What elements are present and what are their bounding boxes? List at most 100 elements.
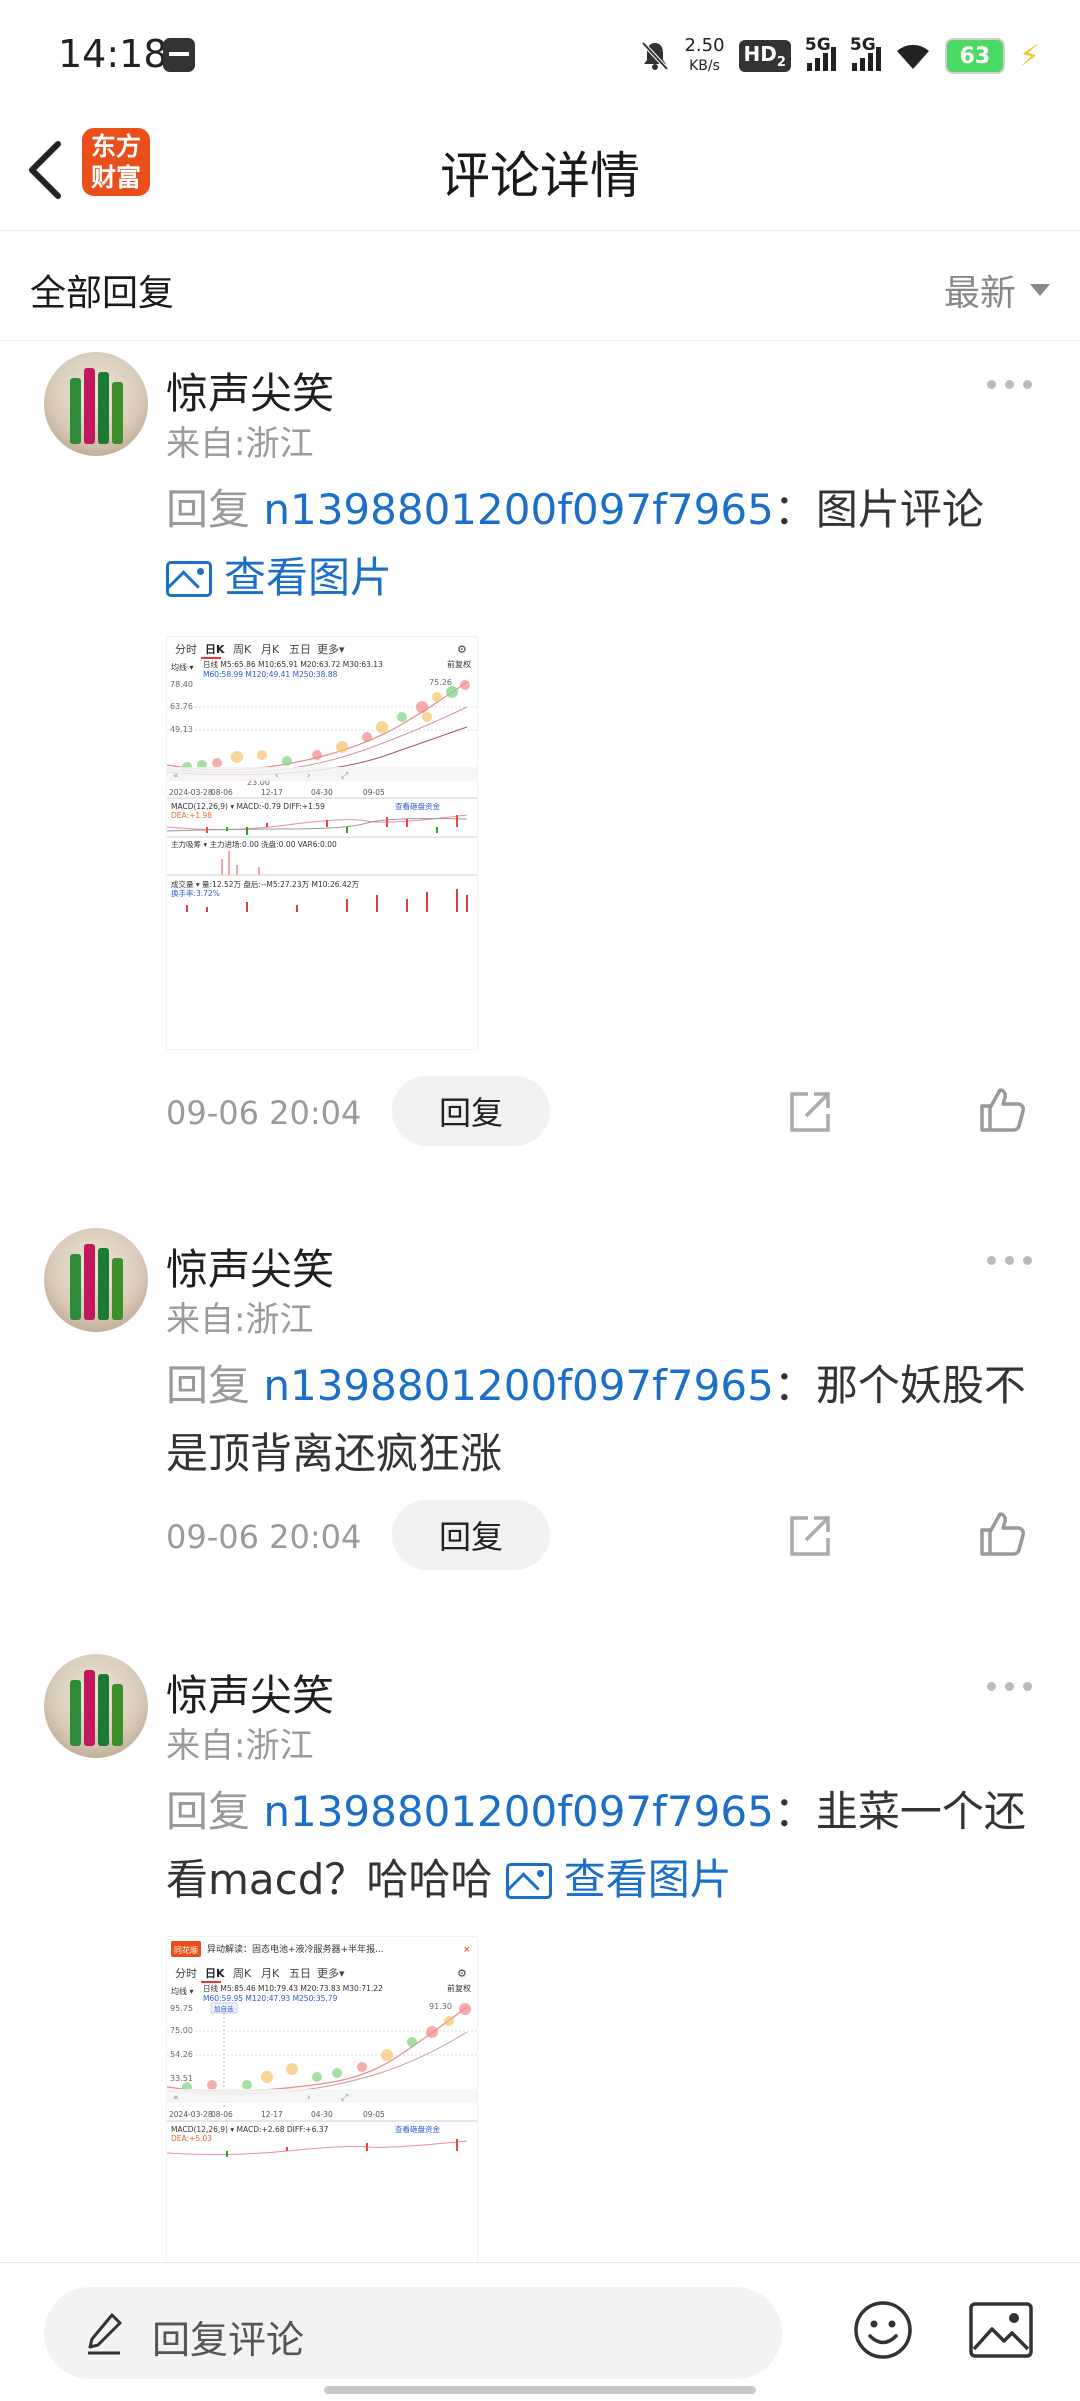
username[interactable]: 惊声尖笑: [166, 360, 334, 421]
reply-keyword: 回复: [166, 485, 264, 534]
user-location: 来自:浙江: [166, 1300, 314, 1340]
share-icon[interactable]: [786, 1512, 834, 1560]
view-image-link[interactable]: 查看图片: [166, 553, 392, 602]
comment-time: 09-06 20:04: [166, 1518, 362, 1556]
svg-text:⤢: ⤢: [340, 2093, 348, 2103]
svg-text:MACD(12,26,9) ▾ MACD:+2.68 D: MACD(12,26,9) ▾ MACD:+2.68 DIFF:+6.37: [171, 2125, 329, 2134]
svg-text:09-05: 09-05: [363, 788, 385, 797]
svg-text:75.00: 75.00: [170, 2026, 193, 2035]
comment-body: 回复 n1398801200f097f7965：那个妖股不是顶背离还疯狂涨: [166, 1361, 1026, 1478]
home-indicator[interactable]: [324, 2386, 756, 2394]
input-placeholder: 回复评论: [152, 2318, 305, 2362]
svg-text:均线 ▾: 均线 ▾: [171, 662, 194, 672]
comment-image-thumbnail[interactable]: 分时 日K 周K 月K 五日 更多▾ ⚙ 均线 ▾ 日线 M5:65.86 M1…: [166, 636, 478, 1050]
svg-text:成交量 ▾ 量:12.52万 盘后:--M5:27.23: 成交量 ▾ 量:12.52万 盘后:--M5:27.23万 M10:26.42万: [171, 879, 359, 889]
username[interactable]: 惊声尖笑: [166, 1662, 334, 1723]
comment-item: 惊声尖笑 来自:浙江 回复 n1398801200f097f7965：那个妖股不…: [0, 1228, 1080, 1588]
svg-text:查看砸盘资金: 查看砸盘资金: [395, 2124, 440, 2134]
comment-body: 回复 n1398801200f097f7965：韭菜一个还看macd？哈哈哈 查…: [166, 1787, 1026, 1904]
view-image-link[interactable]: 查看图片: [505, 1855, 732, 1904]
comment-meta: 09-06 20:04 回复: [166, 1076, 1046, 1146]
svg-text:54.26: 54.26: [170, 2050, 193, 2059]
image-icon: [166, 561, 212, 597]
wifi-icon: [896, 44, 929, 69]
chart-tab: 月K: [261, 1967, 280, 1980]
reply-keyword: 回复: [166, 1787, 264, 1836]
svg-text:日线 M5:85.46 M10:79.43 M20:7: 日线 M5:85.46 M10:79.43 M20:73.83 M30:71.2…: [203, 1983, 383, 1993]
settings-icon: ⚙: [457, 643, 467, 656]
sort-label: 最新: [943, 273, 1016, 314]
pencil-icon: [88, 2313, 122, 2355]
svg-text:04-30: 04-30: [311, 2110, 333, 2119]
svg-text:08-06: 08-06: [211, 788, 233, 797]
chart-tab: 五日: [289, 643, 311, 656]
avatar[interactable]: [44, 352, 148, 456]
username[interactable]: 惊声尖笑: [166, 1236, 334, 1297]
avatar[interactable]: [44, 1654, 148, 1758]
svg-text:查看砸盘资金: 查看砸盘资金: [395, 801, 440, 811]
svg-text:主力吸筹 ▾ 主力进场:0.00 洗盘:0.00 VA: 主力吸筹 ▾ 主力进场:0.00 洗盘:0.00 VAR6:0.00: [171, 839, 337, 849]
comment-meta: 09-06 20:04 回复: [166, 1500, 1046, 1570]
thumbs-up-icon[interactable]: [976, 1508, 1028, 1560]
svg-text:08-06: 08-06: [211, 2110, 233, 2119]
chart-tab: 周K: [233, 1967, 252, 1980]
svg-text:«: «: [173, 771, 179, 781]
mute-bell-icon: [641, 41, 669, 71]
svg-text:12-17: 12-17: [261, 788, 283, 797]
chart-tab: 日K: [205, 643, 225, 656]
charging-icon: ⚡: [1018, 38, 1040, 74]
more-options-icon[interactable]: [987, 380, 1032, 389]
svg-text:95.75: 95.75: [170, 2004, 193, 2013]
news-badge: 同花顺: [174, 1945, 198, 1955]
status-time: 14:18: [58, 32, 168, 76]
svg-text:«: «: [173, 2093, 179, 2103]
svg-text:日线 M5:65.86 M10:65.91 M20:6: 日线 M5:65.86 M10:65.91 M20:63.72 M30:63.1…: [203, 659, 383, 669]
svg-text:×: ×: [463, 1945, 471, 1955]
reply-filter-bar: 全部回复 最新: [0, 230, 1080, 341]
thumbs-up-icon[interactable]: [976, 1084, 1028, 1136]
svg-text:均线 ▾: 均线 ▾: [171, 1986, 194, 1996]
more-options-icon[interactable]: [987, 1256, 1032, 1265]
share-icon[interactable]: [786, 1088, 834, 1136]
news-title: 异动解读：固态电池+液冷服务器+半年报...: [207, 1943, 384, 1955]
signal-5g-icon-2: 5G: [850, 35, 881, 71]
chart-tab: 五日: [289, 1967, 311, 1980]
sim-card-icon: [163, 38, 195, 72]
all-replies-label: 全部回复: [30, 273, 175, 314]
settings-icon: ⚙: [457, 1967, 467, 1980]
reply-button[interactable]: 回复: [392, 1076, 550, 1146]
nav-bar: 东方财富 评论详情: [0, 110, 1080, 231]
reply-to-user[interactable]: n1398801200f097f7965: [263, 1361, 773, 1410]
svg-text:前复权: 前复权: [447, 1983, 471, 1993]
svg-text:12-17: 12-17: [261, 2110, 283, 2119]
comment-text: 图片评论: [815, 485, 984, 534]
network-speed: 2.50 KB/s: [684, 35, 725, 75]
svg-text:前复权: 前复权: [447, 659, 471, 669]
sort-dropdown[interactable]: 最新: [944, 264, 1050, 316]
chart-tab: 更多▾: [317, 1966, 345, 1980]
svg-text:49.13: 49.13: [170, 725, 193, 734]
chart-tab: 分时: [175, 1967, 197, 1980]
image-upload-icon[interactable]: [968, 2301, 1034, 2359]
avatar[interactable]: [44, 1228, 148, 1332]
reply-button[interactable]: 回复: [392, 1500, 550, 1570]
reply-comment-input[interactable]: 回复评论: [44, 2287, 782, 2379]
user-location: 来自:浙江: [166, 1726, 314, 1766]
comment-item: 惊声尖笑 来自:浙江 回复 n1398801200f097f7965：韭菜一个还…: [0, 1654, 1080, 2264]
reply-to-user[interactable]: n1398801200f097f7965: [263, 1787, 773, 1836]
chart-tab: 周K: [233, 643, 252, 656]
page-title: 评论详情: [440, 147, 640, 205]
svg-text:‹: ‹: [275, 771, 279, 781]
reply-keyword: 回复: [166, 1361, 264, 1410]
more-options-icon[interactable]: [987, 1682, 1032, 1691]
svg-text:MACD(12,26,9) ▾ MACD:-0.79 D: MACD(12,26,9) ▾ MACD:-0.79 DIFF:+1.59: [171, 802, 325, 811]
reply-to-user[interactable]: n1398801200f097f7965: [263, 485, 773, 534]
emoji-icon[interactable]: [852, 2299, 914, 2361]
image-icon: [505, 1863, 552, 1899]
svg-text:04-30: 04-30: [311, 788, 333, 797]
comment-image-thumbnail[interactable]: 同花顺 异动解读：固态电池+液冷服务器+半年报... × 分时 日K 周K 月K…: [166, 1936, 478, 2264]
svg-text:›: ›: [307, 771, 311, 781]
svg-text:33.51: 33.51: [170, 2074, 193, 2083]
svg-text:91.30: 91.30: [429, 2002, 452, 2011]
svg-text:›: ›: [307, 2093, 311, 2103]
